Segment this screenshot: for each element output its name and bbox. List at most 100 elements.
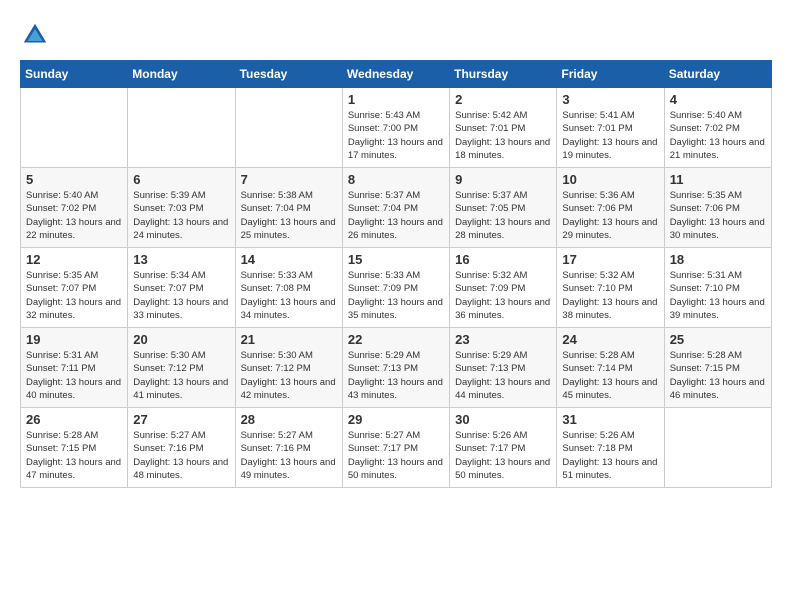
calendar-cell: 30 Sunrise: 5:26 AMSunset: 7:17 PMDaylig… — [450, 408, 557, 488]
week-row-5: 26 Sunrise: 5:28 AMSunset: 7:15 PMDaylig… — [21, 408, 772, 488]
day-info: Sunrise: 5:35 AMSunset: 7:06 PMDaylight:… — [670, 189, 766, 242]
day-info: Sunrise: 5:34 AMSunset: 7:07 PMDaylight:… — [133, 269, 229, 322]
calendar-cell: 27 Sunrise: 5:27 AMSunset: 7:16 PMDaylig… — [128, 408, 235, 488]
week-row-1: 1 Sunrise: 5:43 AMSunset: 7:00 PMDayligh… — [21, 88, 772, 168]
calendar-cell: 21 Sunrise: 5:30 AMSunset: 7:12 PMDaylig… — [235, 328, 342, 408]
day-number: 18 — [670, 252, 766, 267]
day-info: Sunrise: 5:43 AMSunset: 7:00 PMDaylight:… — [348, 109, 444, 162]
calendar-cell: 12 Sunrise: 5:35 AMSunset: 7:07 PMDaylig… — [21, 248, 128, 328]
day-number: 8 — [348, 172, 444, 187]
day-number: 9 — [455, 172, 551, 187]
day-number: 7 — [241, 172, 337, 187]
day-info: Sunrise: 5:28 AMSunset: 7:14 PMDaylight:… — [562, 349, 658, 402]
calendar-cell: 14 Sunrise: 5:33 AMSunset: 7:08 PMDaylig… — [235, 248, 342, 328]
day-info: Sunrise: 5:33 AMSunset: 7:08 PMDaylight:… — [241, 269, 337, 322]
calendar-cell: 29 Sunrise: 5:27 AMSunset: 7:17 PMDaylig… — [342, 408, 449, 488]
day-number: 31 — [562, 412, 658, 427]
weekday-header-saturday: Saturday — [664, 61, 771, 88]
day-info: Sunrise: 5:31 AMSunset: 7:11 PMDaylight:… — [26, 349, 122, 402]
calendar-cell: 24 Sunrise: 5:28 AMSunset: 7:14 PMDaylig… — [557, 328, 664, 408]
page-header — [20, 20, 772, 50]
calendar-table: SundayMondayTuesdayWednesdayThursdayFrid… — [20, 60, 772, 488]
calendar-cell: 7 Sunrise: 5:38 AMSunset: 7:04 PMDayligh… — [235, 168, 342, 248]
week-row-3: 12 Sunrise: 5:35 AMSunset: 7:07 PMDaylig… — [21, 248, 772, 328]
week-row-2: 5 Sunrise: 5:40 AMSunset: 7:02 PMDayligh… — [21, 168, 772, 248]
day-number: 13 — [133, 252, 229, 267]
day-info: Sunrise: 5:30 AMSunset: 7:12 PMDaylight:… — [241, 349, 337, 402]
calendar-cell: 8 Sunrise: 5:37 AMSunset: 7:04 PMDayligh… — [342, 168, 449, 248]
day-number: 22 — [348, 332, 444, 347]
day-number: 30 — [455, 412, 551, 427]
day-number: 14 — [241, 252, 337, 267]
logo-icon — [20, 20, 50, 50]
day-number: 1 — [348, 92, 444, 107]
calendar-cell: 6 Sunrise: 5:39 AMSunset: 7:03 PMDayligh… — [128, 168, 235, 248]
day-number: 27 — [133, 412, 229, 427]
calendar-cell: 5 Sunrise: 5:40 AMSunset: 7:02 PMDayligh… — [21, 168, 128, 248]
day-info: Sunrise: 5:28 AMSunset: 7:15 PMDaylight:… — [26, 429, 122, 482]
day-number: 29 — [348, 412, 444, 427]
day-number: 19 — [26, 332, 122, 347]
calendar-cell: 28 Sunrise: 5:27 AMSunset: 7:16 PMDaylig… — [235, 408, 342, 488]
calendar-cell: 18 Sunrise: 5:31 AMSunset: 7:10 PMDaylig… — [664, 248, 771, 328]
weekday-header-tuesday: Tuesday — [235, 61, 342, 88]
calendar-cell: 13 Sunrise: 5:34 AMSunset: 7:07 PMDaylig… — [128, 248, 235, 328]
calendar-cell: 20 Sunrise: 5:30 AMSunset: 7:12 PMDaylig… — [128, 328, 235, 408]
day-number: 16 — [455, 252, 551, 267]
calendar-cell — [21, 88, 128, 168]
day-number: 17 — [562, 252, 658, 267]
day-number: 2 — [455, 92, 551, 107]
day-info: Sunrise: 5:32 AMSunset: 7:10 PMDaylight:… — [562, 269, 658, 322]
day-number: 28 — [241, 412, 337, 427]
calendar-cell: 1 Sunrise: 5:43 AMSunset: 7:00 PMDayligh… — [342, 88, 449, 168]
day-info: Sunrise: 5:30 AMSunset: 7:12 PMDaylight:… — [133, 349, 229, 402]
day-number: 25 — [670, 332, 766, 347]
day-number: 4 — [670, 92, 766, 107]
calendar-cell — [664, 408, 771, 488]
day-info: Sunrise: 5:27 AMSunset: 7:17 PMDaylight:… — [348, 429, 444, 482]
calendar-cell: 16 Sunrise: 5:32 AMSunset: 7:09 PMDaylig… — [450, 248, 557, 328]
day-info: Sunrise: 5:39 AMSunset: 7:03 PMDaylight:… — [133, 189, 229, 242]
day-info: Sunrise: 5:38 AMSunset: 7:04 PMDaylight:… — [241, 189, 337, 242]
day-number: 26 — [26, 412, 122, 427]
day-info: Sunrise: 5:35 AMSunset: 7:07 PMDaylight:… — [26, 269, 122, 322]
calendar-cell: 31 Sunrise: 5:26 AMSunset: 7:18 PMDaylig… — [557, 408, 664, 488]
calendar-cell: 10 Sunrise: 5:36 AMSunset: 7:06 PMDaylig… — [557, 168, 664, 248]
calendar-cell: 4 Sunrise: 5:40 AMSunset: 7:02 PMDayligh… — [664, 88, 771, 168]
day-info: Sunrise: 5:40 AMSunset: 7:02 PMDaylight:… — [670, 109, 766, 162]
calendar-cell: 23 Sunrise: 5:29 AMSunset: 7:13 PMDaylig… — [450, 328, 557, 408]
day-info: Sunrise: 5:36 AMSunset: 7:06 PMDaylight:… — [562, 189, 658, 242]
day-info: Sunrise: 5:26 AMSunset: 7:18 PMDaylight:… — [562, 429, 658, 482]
calendar-cell: 15 Sunrise: 5:33 AMSunset: 7:09 PMDaylig… — [342, 248, 449, 328]
day-number: 15 — [348, 252, 444, 267]
day-info: Sunrise: 5:29 AMSunset: 7:13 PMDaylight:… — [348, 349, 444, 402]
calendar-cell — [235, 88, 342, 168]
weekday-header-monday: Monday — [128, 61, 235, 88]
day-info: Sunrise: 5:31 AMSunset: 7:10 PMDaylight:… — [670, 269, 766, 322]
day-info: Sunrise: 5:27 AMSunset: 7:16 PMDaylight:… — [241, 429, 337, 482]
weekday-header-row: SundayMondayTuesdayWednesdayThursdayFrid… — [21, 61, 772, 88]
logo — [20, 20, 54, 50]
day-number: 20 — [133, 332, 229, 347]
weekday-header-friday: Friday — [557, 61, 664, 88]
week-row-4: 19 Sunrise: 5:31 AMSunset: 7:11 PMDaylig… — [21, 328, 772, 408]
day-info: Sunrise: 5:29 AMSunset: 7:13 PMDaylight:… — [455, 349, 551, 402]
day-info: Sunrise: 5:26 AMSunset: 7:17 PMDaylight:… — [455, 429, 551, 482]
day-number: 6 — [133, 172, 229, 187]
calendar-cell: 17 Sunrise: 5:32 AMSunset: 7:10 PMDaylig… — [557, 248, 664, 328]
calendar-cell: 9 Sunrise: 5:37 AMSunset: 7:05 PMDayligh… — [450, 168, 557, 248]
day-info: Sunrise: 5:37 AMSunset: 7:04 PMDaylight:… — [348, 189, 444, 242]
day-number: 5 — [26, 172, 122, 187]
day-info: Sunrise: 5:40 AMSunset: 7:02 PMDaylight:… — [26, 189, 122, 242]
day-number: 24 — [562, 332, 658, 347]
calendar-cell: 3 Sunrise: 5:41 AMSunset: 7:01 PMDayligh… — [557, 88, 664, 168]
day-number: 21 — [241, 332, 337, 347]
weekday-header-thursday: Thursday — [450, 61, 557, 88]
calendar-cell: 22 Sunrise: 5:29 AMSunset: 7:13 PMDaylig… — [342, 328, 449, 408]
day-number: 11 — [670, 172, 766, 187]
day-info: Sunrise: 5:32 AMSunset: 7:09 PMDaylight:… — [455, 269, 551, 322]
day-info: Sunrise: 5:28 AMSunset: 7:15 PMDaylight:… — [670, 349, 766, 402]
day-number: 23 — [455, 332, 551, 347]
day-number: 12 — [26, 252, 122, 267]
calendar-cell: 26 Sunrise: 5:28 AMSunset: 7:15 PMDaylig… — [21, 408, 128, 488]
